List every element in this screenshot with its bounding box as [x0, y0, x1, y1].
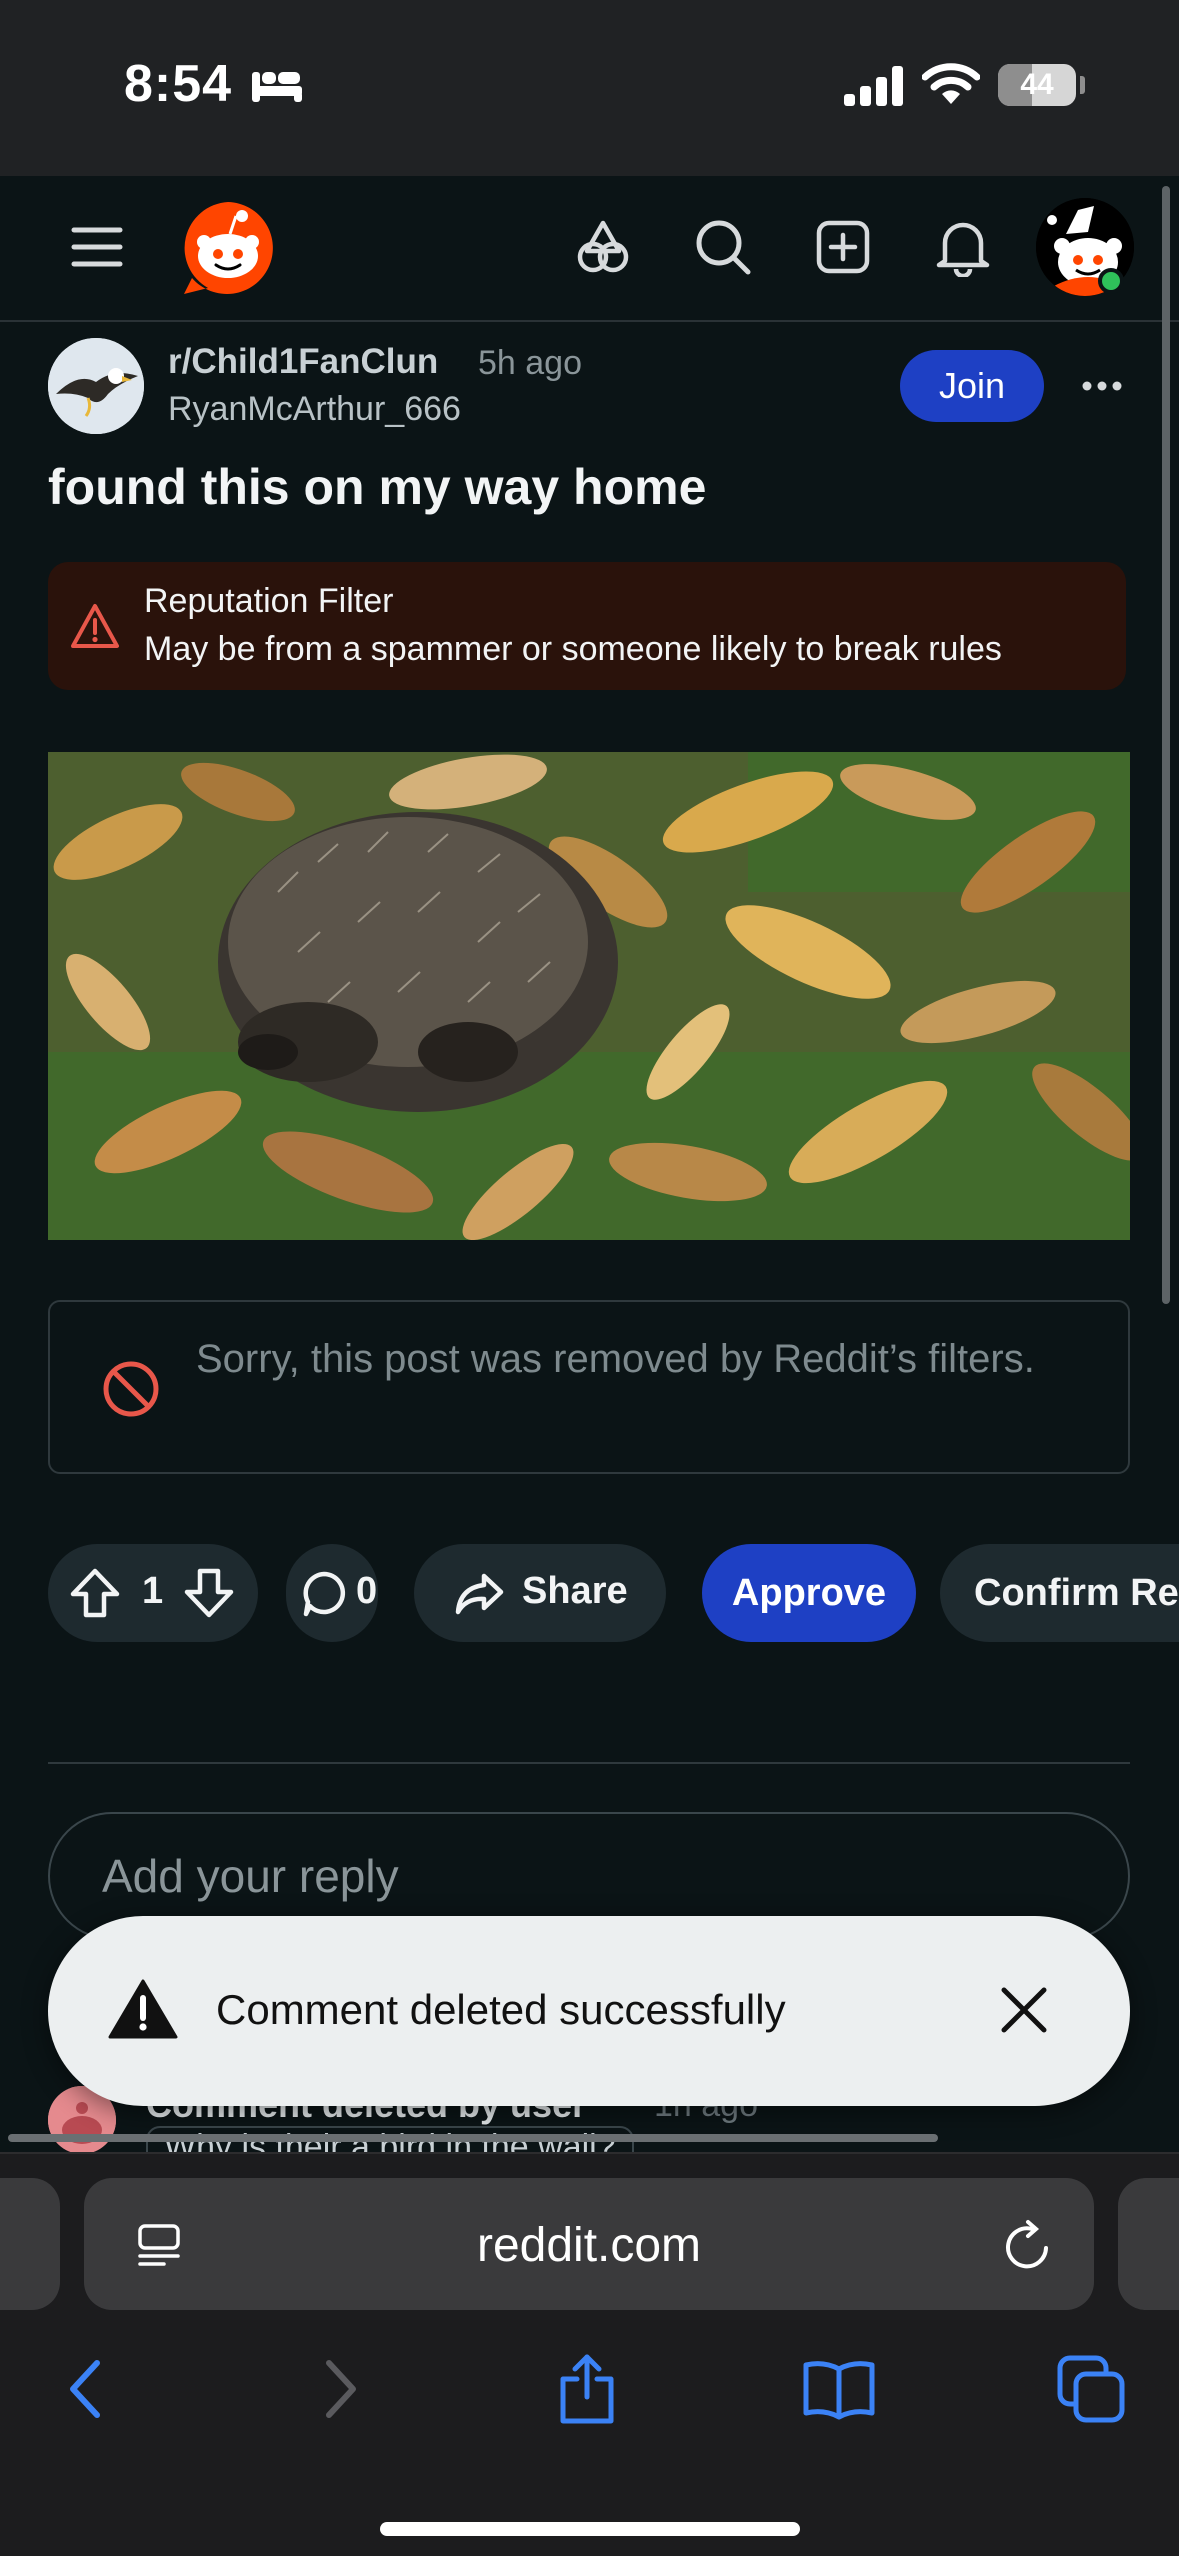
subreddit-name[interactable]: r/Child1FanClun	[168, 342, 438, 382]
more-options-icon[interactable]	[1082, 362, 1122, 410]
forward-icon[interactable]	[304, 2352, 378, 2426]
removed-notice-text: Sorry, this post was removed by Reddit’s…	[196, 1337, 1035, 1381]
wifi-icon	[922, 63, 980, 104]
warning-triangle-icon	[71, 604, 119, 648]
section-divider	[48, 1762, 1130, 1764]
join-button[interactable]: Join	[900, 350, 1044, 422]
online-status-dot	[1098, 268, 1124, 294]
share-icon[interactable]	[550, 2352, 624, 2426]
home-indicator[interactable]	[380, 2522, 800, 2536]
toast-message: Comment deleted successfully	[216, 1986, 786, 2033]
post-action-bar: 1 0 Share Approve Confirm Removal	[0, 1544, 1179, 1642]
games-icon[interactable]	[570, 214, 636, 280]
comment-count: 0	[356, 1570, 378, 1612]
post-title[interactable]: found this on my way home	[48, 458, 706, 516]
address-bar[interactable]: reddit.com	[84, 2178, 1094, 2310]
horizontal-scrollbar[interactable]	[8, 2134, 938, 2142]
sleep-focus-bed-icon	[252, 72, 302, 102]
status-time: 8:54	[124, 55, 233, 113]
toast-notification: Comment deleted successfully	[48, 1916, 1130, 2106]
url-text[interactable]: reddit.com	[84, 2218, 1094, 2273]
warning-triangle-icon	[108, 1979, 178, 2039]
prohibited-icon	[103, 1361, 159, 1417]
vertical-scrollbar[interactable]	[1162, 186, 1170, 1304]
next-tab-peek[interactable]	[1118, 2178, 1179, 2310]
battery-indicator: 44	[998, 64, 1076, 106]
back-icon[interactable]	[48, 2352, 122, 2426]
battery-percent: 44	[1020, 68, 1054, 101]
share-arrow-icon	[455, 1573, 504, 1615]
comment-bubble-icon	[303, 1571, 346, 1617]
vote-control: 1	[48, 1544, 258, 1642]
ios-status-bar: 8:54 44	[0, 0, 1179, 176]
reddit-header	[0, 176, 1179, 322]
confirm-removal-button[interactable]: Confirm Removal	[940, 1544, 1179, 1642]
tabs-overview-icon[interactable]	[1054, 2352, 1128, 2426]
reputation-filter-title: Reputation Filter	[144, 582, 394, 620]
reload-icon[interactable]	[1002, 2218, 1054, 2272]
previous-tab-peek[interactable]	[0, 2178, 60, 2310]
hamburger-menu-icon[interactable]	[66, 216, 128, 278]
safari-bottom-bar: reddit.com	[0, 2152, 1179, 2556]
post-time: 5h ago	[478, 344, 582, 382]
subreddit-avatar[interactable]	[48, 338, 144, 434]
reddit-logo-icon[interactable]	[178, 198, 278, 298]
removed-notice: Sorry, this post was removed by Reddit’s…	[48, 1300, 1130, 1474]
vote-count: 1	[142, 1570, 164, 1612]
post-author[interactable]: RyanMcArthur_666	[168, 390, 461, 429]
share-button[interactable]: Share	[414, 1544, 666, 1642]
share-label: Share	[522, 1570, 628, 1612]
comments-button[interactable]: 0	[286, 1544, 378, 1642]
create-post-icon[interactable]	[810, 214, 876, 280]
approve-button[interactable]: Approve	[702, 1544, 916, 1642]
close-icon[interactable]	[994, 1980, 1054, 2040]
downvote-icon[interactable]	[182, 1566, 236, 1620]
reputation-filter-banner: Reputation Filter May be from a spammer …	[48, 562, 1126, 690]
reputation-filter-description: May be from a spammer or someone likely …	[144, 630, 1002, 668]
upvote-icon[interactable]	[68, 1566, 122, 1620]
post-image-hedgehog[interactable]	[48, 752, 1130, 1240]
notifications-bell-icon[interactable]	[930, 214, 996, 280]
search-icon[interactable]	[690, 214, 756, 280]
battery-tip	[1080, 76, 1085, 94]
cellular-signal-icon	[844, 66, 903, 106]
bookmarks-icon[interactable]	[802, 2352, 876, 2426]
